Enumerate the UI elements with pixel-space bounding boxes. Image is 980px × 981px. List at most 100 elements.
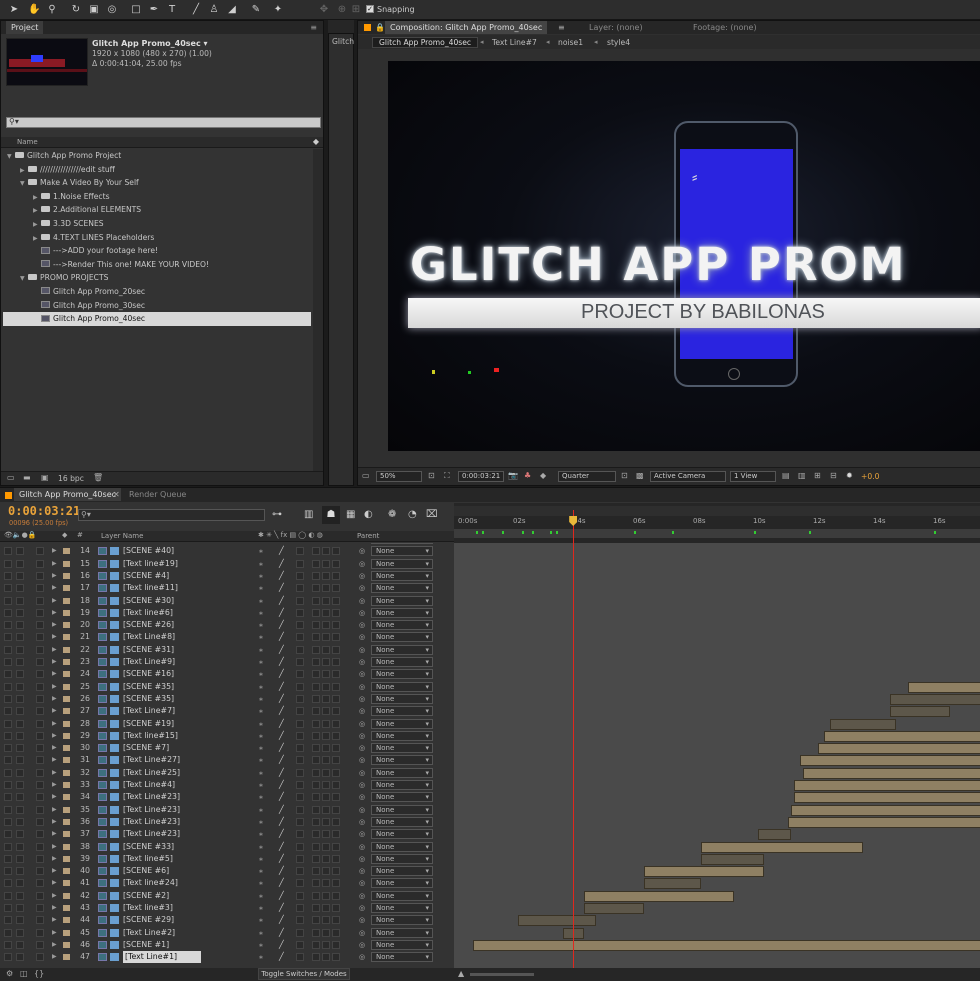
layer-name[interactable]: [SCENE #7] bbox=[123, 742, 169, 754]
frame-blend-switch[interactable] bbox=[312, 645, 320, 654]
layer-duration-bar[interactable] bbox=[890, 693, 980, 705]
audio-switch[interactable] bbox=[16, 571, 24, 580]
frame-blend-switch[interactable] bbox=[312, 904, 320, 912]
frame-blend-switch[interactable] bbox=[312, 916, 320, 925]
project-folder-item[interactable]: ▼ Make A Video By Your Self bbox=[3, 176, 311, 190]
motion-blur-switch[interactable] bbox=[322, 830, 330, 839]
audio-switch[interactable] bbox=[16, 940, 24, 949]
frame-blend-switch[interactable] bbox=[312, 596, 320, 605]
pickwhip-icon[interactable]: ◎ bbox=[359, 828, 365, 840]
project-comp-item[interactable]: Glitch App Promo_40sec bbox=[3, 312, 311, 326]
layer-name[interactable]: [Text line#3] bbox=[123, 902, 173, 914]
quality-switch-icon[interactable]: ╱ bbox=[279, 619, 284, 631]
pickwhip-icon[interactable]: ◎ bbox=[359, 927, 365, 939]
motion-blur-switch[interactable] bbox=[322, 842, 330, 851]
layer-duration-bar[interactable] bbox=[584, 890, 734, 902]
parent-select[interactable]: None bbox=[371, 816, 433, 827]
pickwhip-icon[interactable]: ◎ bbox=[359, 668, 365, 680]
lock-switch[interactable] bbox=[36, 608, 44, 617]
lock-switch[interactable] bbox=[36, 916, 44, 925]
layer-name[interactable]: [Text Line#2] bbox=[123, 927, 175, 939]
expand-right-icon[interactable]: ▶ bbox=[52, 890, 60, 902]
layer-name[interactable]: [Text Line#23] bbox=[123, 804, 180, 816]
shy-switch-icon[interactable]: ⁎ bbox=[259, 865, 263, 877]
effect-switch[interactable] bbox=[296, 584, 304, 593]
quality-switch-icon[interactable]: ╱ bbox=[279, 828, 284, 840]
composition-tab[interactable]: Composition: Glitch App Promo_40sec bbox=[385, 21, 548, 34]
effect-switch[interactable] bbox=[296, 854, 304, 863]
playhead-line[interactable] bbox=[573, 510, 575, 968]
layer-name[interactable]: [Text Line#1] bbox=[123, 951, 202, 964]
layer-row[interactable]: ▶ 18 [SCENE #30] ⁎ ╱ ◎ None bbox=[0, 595, 454, 607]
frame-blending-icon[interactable]: ▦ bbox=[346, 509, 355, 520]
snapping-checkbox[interactable]: ✓ bbox=[366, 5, 374, 13]
layer-row[interactable]: ▶ 41 [Text line#24] ⁎ ╱ ◎ None bbox=[0, 877, 454, 889]
in-out-icon[interactable]: {} bbox=[34, 969, 44, 978]
label-color-swatch[interactable] bbox=[63, 609, 70, 616]
color-icon[interactable]: ◆ bbox=[540, 471, 546, 480]
expand-right-icon[interactable]: ▶ bbox=[52, 951, 60, 963]
frame-blend-switch[interactable] bbox=[312, 891, 320, 900]
quality-switch-icon[interactable]: ╱ bbox=[279, 914, 284, 926]
label-color-swatch[interactable] bbox=[63, 757, 70, 764]
layer-row[interactable]: ▶ 40 [SCENE #6] ⁎ ╱ ◎ None bbox=[0, 865, 454, 877]
audio-switch[interactable] bbox=[16, 694, 24, 703]
audio-switch[interactable] bbox=[16, 781, 24, 789]
frame-blend-switch[interactable] bbox=[312, 682, 320, 691]
lock-switch[interactable] bbox=[36, 682, 44, 691]
parent-select[interactable]: None bbox=[371, 939, 433, 950]
transfer-controls-icon[interactable]: ◫ bbox=[20, 969, 28, 978]
adjustment-switch[interactable] bbox=[332, 584, 340, 593]
adjustment-switch[interactable] bbox=[332, 682, 340, 691]
label-color-swatch[interactable] bbox=[63, 855, 70, 862]
lock-switch[interactable] bbox=[36, 719, 44, 728]
effect-switch[interactable] bbox=[296, 842, 304, 851]
project-folder-item[interactable]: ▼ PROMO PROJECTS bbox=[3, 271, 311, 285]
axis-view-icon[interactable]: ⊞ bbox=[350, 3, 362, 16]
video-switch[interactable] bbox=[4, 744, 12, 753]
adjustment-switch[interactable] bbox=[332, 867, 340, 876]
resolution-select[interactable]: Quarter bbox=[558, 471, 616, 482]
layer-row[interactable]: ▶ 38 [SCENE #33] ⁎ ╱ ◎ None bbox=[0, 841, 454, 853]
motion-blur-switch[interactable] bbox=[322, 719, 330, 728]
lock-switch[interactable] bbox=[36, 867, 44, 876]
quality-switch-icon[interactable]: ╱ bbox=[279, 582, 284, 594]
layer-row[interactable]: ▶ 45 [Text Line#2] ⁎ ╱ ◎ None bbox=[0, 927, 454, 939]
effect-switch[interactable] bbox=[296, 559, 304, 568]
pickwhip-icon[interactable]: ◎ bbox=[359, 914, 365, 926]
layer-duration-bar[interactable] bbox=[818, 743, 980, 755]
layer-row[interactable]: ▶ 32 [Text Line#25] ⁎ ╱ ◎ None bbox=[0, 767, 454, 779]
parent-select[interactable]: None bbox=[371, 681, 433, 692]
parent-select[interactable]: None bbox=[371, 829, 433, 840]
lock-switch[interactable] bbox=[36, 830, 44, 839]
quality-switch-icon[interactable]: ╱ bbox=[279, 890, 284, 902]
motion-blur-switch[interactable] bbox=[322, 731, 330, 740]
label-color-swatch[interactable] bbox=[63, 708, 70, 715]
pen-tool-icon[interactable]: ✒ bbox=[148, 3, 160, 16]
lock-switch[interactable] bbox=[36, 584, 44, 593]
parent-select[interactable]: None bbox=[371, 853, 433, 864]
layer-name[interactable]: [Text Line#23] bbox=[123, 791, 180, 803]
show-channel-icon[interactable]: ♣ bbox=[524, 471, 531, 480]
expand-right-icon[interactable]: ▶ bbox=[52, 927, 60, 939]
layer-name-header[interactable]: Layer Name bbox=[101, 532, 143, 540]
lock-switch[interactable] bbox=[36, 904, 44, 912]
effect-switch[interactable] bbox=[296, 940, 304, 949]
motion-blur-switch[interactable] bbox=[322, 793, 330, 802]
breadcrumb-item-2[interactable]: noise1 bbox=[558, 38, 583, 47]
shy-switch-icon[interactable]: ⁎ bbox=[259, 779, 263, 791]
lock-switch[interactable] bbox=[36, 781, 44, 789]
frame-blend-switch[interactable] bbox=[312, 928, 320, 937]
pickwhip-icon[interactable]: ◎ bbox=[359, 791, 365, 803]
layer-row[interactable]: ▶ 14 [SCENE #40] ⁎ ╱ ◎ None bbox=[0, 545, 454, 557]
expand-down-icon[interactable]: ▼ bbox=[7, 150, 15, 164]
pickwhip-icon[interactable]: ◎ bbox=[359, 644, 365, 656]
layer-name[interactable]: [SCENE #40] bbox=[123, 545, 174, 557]
parent-select[interactable]: None bbox=[371, 866, 433, 877]
label-color-swatch[interactable] bbox=[63, 818, 70, 825]
parent-select[interactable]: None bbox=[371, 780, 433, 790]
lock-switch[interactable] bbox=[36, 707, 44, 716]
quality-switch-icon[interactable]: ╱ bbox=[279, 718, 284, 730]
pickwhip-icon[interactable]: ◎ bbox=[359, 681, 365, 693]
effect-switch[interactable] bbox=[296, 645, 304, 654]
